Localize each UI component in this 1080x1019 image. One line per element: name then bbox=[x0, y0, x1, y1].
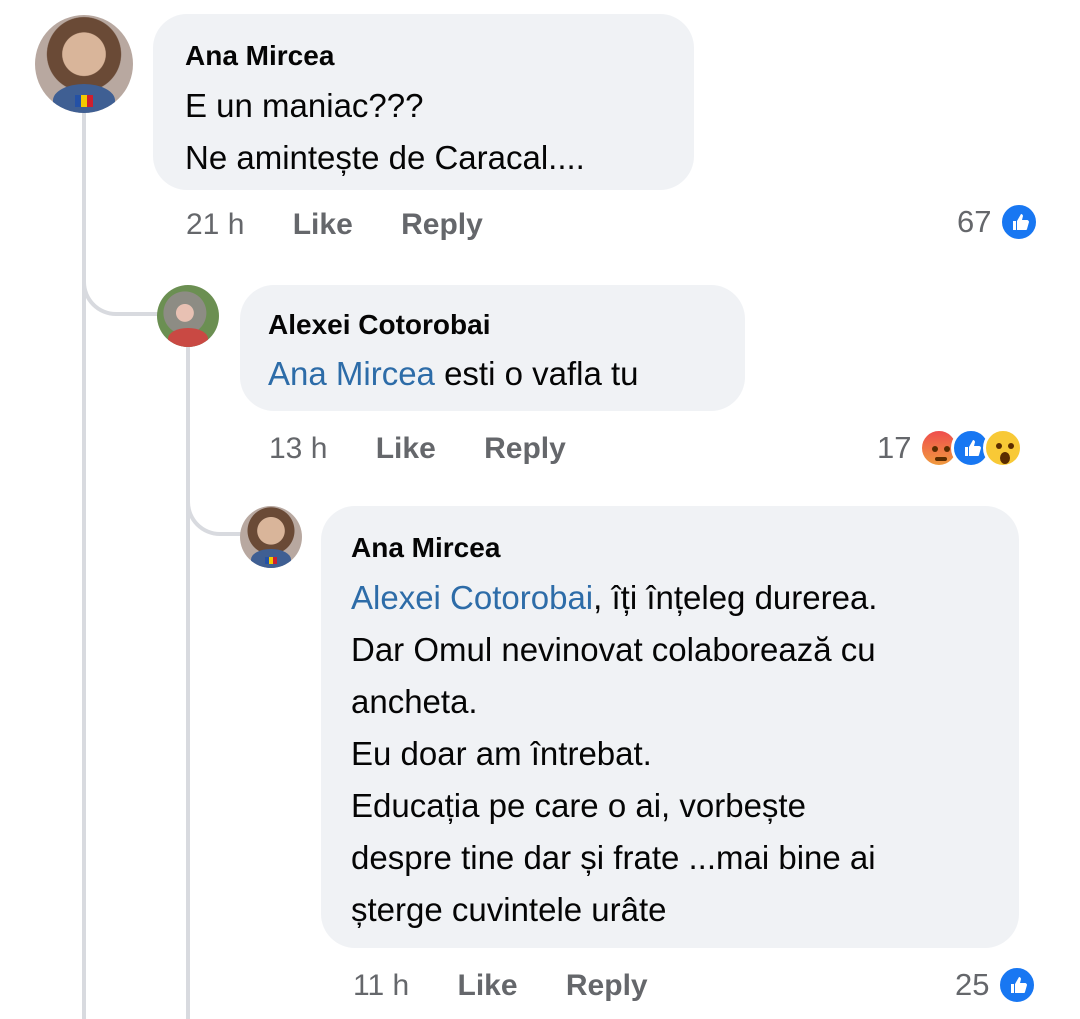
comment-line: E un maniac??? bbox=[185, 87, 424, 124]
like-icon bbox=[997, 965, 1038, 1005]
author-name[interactable]: Alexei Cotorobai bbox=[268, 307, 490, 343]
like-button[interactable]: Like bbox=[376, 432, 436, 465]
reaction-summary-2[interactable]: 17 bbox=[877, 428, 1024, 468]
comment-line: Eu doar am întrebat. bbox=[351, 735, 652, 772]
angry-eye-right bbox=[944, 446, 951, 452]
flag-icon bbox=[265, 556, 277, 565]
comment-line: Ne amintește de Caracal.... bbox=[185, 139, 585, 176]
wow-face bbox=[986, 431, 1020, 465]
comment-line: ancheta. bbox=[351, 683, 478, 720]
comment-meta-1: 21 h Like Reply bbox=[186, 205, 483, 245]
reply-button[interactable]: Reply bbox=[401, 208, 483, 241]
thumbs-up-glyph bbox=[965, 440, 982, 456]
like-button[interactable]: Like bbox=[458, 969, 518, 1002]
flag-icon bbox=[75, 95, 93, 108]
avatar[interactable] bbox=[240, 506, 302, 568]
thumbs-up-glyph bbox=[1011, 977, 1028, 993]
angry-mouth bbox=[935, 457, 948, 461]
avatar[interactable] bbox=[157, 285, 219, 347]
comment-text: Alexei Cotorobai, îți înțeleg durerea. D… bbox=[351, 572, 1001, 936]
mention-link[interactable]: Alexei Cotorobai bbox=[351, 579, 593, 616]
avatar[interactable] bbox=[35, 15, 133, 113]
reply-button[interactable]: Reply bbox=[484, 432, 566, 465]
thread-curve-reply-2 bbox=[186, 480, 241, 536]
avatar-shirt bbox=[168, 328, 208, 347]
comment-bubble-2: Alexei Cotorobai Ana Mircea esti o vafla… bbox=[240, 285, 745, 411]
thread-line-reply-1 bbox=[186, 345, 190, 1019]
comment-text-rest: esti o vafla tu bbox=[434, 355, 639, 392]
reaction-count: 25 bbox=[955, 967, 990, 1002]
reaction-summary-1[interactable]: 67 bbox=[957, 202, 1040, 242]
wow-mouth bbox=[1000, 452, 1011, 464]
reaction-count: 17 bbox=[877, 430, 912, 465]
wow-eye-left bbox=[996, 443, 1003, 449]
mention-link[interactable]: Ana Mircea bbox=[268, 355, 435, 392]
comment-meta-3: 11 h Like Reply bbox=[353, 966, 648, 1006]
like-icon bbox=[999, 202, 1040, 242]
comment-text: E un maniac??? Ne amintește de Caracal..… bbox=[185, 80, 685, 184]
comment-meta-2: 13 h Like Reply bbox=[269, 429, 566, 469]
timestamp: 11 h bbox=[353, 969, 410, 1002]
comment-line: Alexei Cotorobai, îți înțeleg durerea. bbox=[351, 572, 1001, 624]
angry-eye-left bbox=[932, 446, 939, 452]
comment-text: Ana Mircea esti o vafla tu bbox=[268, 348, 639, 400]
wow-eye-right bbox=[1008, 443, 1015, 449]
reaction-icons bbox=[999, 202, 1040, 242]
author-name[interactable]: Ana Mircea bbox=[185, 38, 334, 74]
comment-line: Dar Omul nevinovat colaborează cu bbox=[351, 631, 876, 668]
comment-text-rest: , îți înțeleg durerea. bbox=[593, 579, 878, 616]
wow-icon bbox=[983, 428, 1024, 468]
timestamp: 21 h bbox=[186, 208, 245, 241]
thread-curve-reply-1 bbox=[82, 258, 160, 316]
reaction-icons bbox=[997, 965, 1038, 1005]
comment-line: Educația pe care o ai, vorbește bbox=[351, 787, 806, 824]
reaction-count: 67 bbox=[957, 204, 992, 239]
comment-bubble-3: Ana Mircea Alexei Cotorobai, îți înțeleg… bbox=[321, 506, 1019, 948]
comment-line: despre tine dar și frate ...mai bine ai bbox=[351, 839, 876, 876]
like-button[interactable]: Like bbox=[293, 208, 353, 241]
reaction-icons bbox=[919, 428, 1024, 468]
thumbs-up-glyph bbox=[1013, 214, 1030, 230]
thread-line-main bbox=[82, 112, 86, 1019]
author-name[interactable]: Ana Mircea bbox=[351, 530, 500, 566]
comment-line: șterge cuvintele urâte bbox=[351, 891, 667, 928]
reply-button[interactable]: Reply bbox=[566, 969, 648, 1002]
timestamp: 13 h bbox=[269, 432, 328, 465]
comment-bubble-1: Ana Mircea E un maniac??? Ne amintește d… bbox=[153, 14, 694, 190]
reaction-summary-3[interactable]: 25 bbox=[955, 965, 1038, 1005]
